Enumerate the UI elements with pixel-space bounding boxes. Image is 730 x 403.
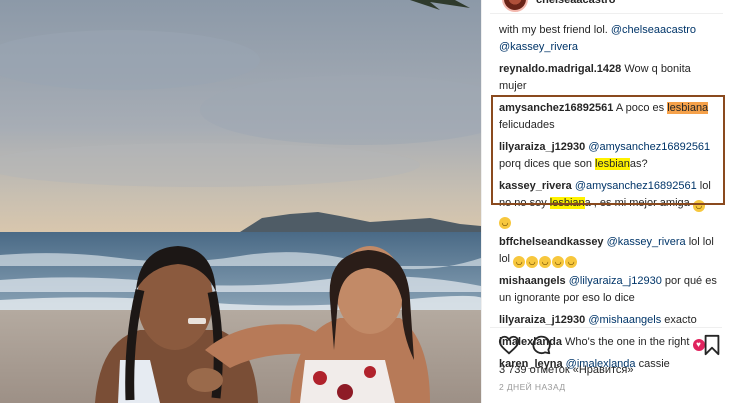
laughing-face-icon: ◡ — [499, 217, 511, 229]
comment-username[interactable]: bffchelseandkassey — [499, 236, 604, 248]
header-divider — [490, 13, 723, 14]
comment-username[interactable]: mishaangels — [499, 275, 566, 287]
laughing-face-icon: ◡ — [539, 256, 552, 268]
laughing-face-icon: ◡ — [692, 200, 705, 212]
comment-text: exacto — [661, 314, 697, 326]
comment: kassey_rivera @amysanchez16892561 lol no… — [499, 178, 721, 229]
comment-username[interactable]: reynaldo.madrigal.1428 — [499, 63, 621, 75]
laughing-face-icon: ◡ — [526, 256, 539, 268]
post-header: chelseaacastro — [482, 0, 730, 14]
laughing-face-icon: ◡ — [513, 256, 526, 268]
beach-photo — [0, 0, 481, 403]
comment-text: porq dices que son — [499, 158, 596, 170]
comment: bffchelseandkassey @kassey_rivera lol lo… — [499, 234, 721, 268]
caption-mention[interactable]: @kassey_rivera — [499, 41, 578, 53]
likes-count[interactable]: 3 739 отметок «Нравится» — [499, 364, 634, 376]
highlighted-word: lesbian — [595, 158, 630, 170]
bookmark-icon[interactable] — [701, 334, 723, 356]
post-sidebar: chelseaacastro with my best friend lol. … — [481, 0, 730, 403]
comment-mention[interactable]: @lilyaraiza_j12930 — [569, 275, 662, 287]
laughing-face-icon: ◡ — [552, 256, 565, 268]
comment-username[interactable]: kassey_rivera — [499, 180, 572, 192]
comment-username[interactable]: lilyaraiza_j12930 — [499, 141, 585, 153]
action-bar — [498, 334, 723, 358]
comment: mishaangels @lilyaraiza_j12930 por qué e… — [499, 273, 721, 307]
comment-mention[interactable]: @kassey_rivera — [607, 236, 686, 248]
comment-text: felicudades — [499, 119, 555, 131]
caption-mention[interactable]: @chelseaacastro — [611, 24, 696, 36]
post-timestamp[interactable]: 2 ДНЕЙ НАЗАД — [499, 382, 565, 392]
comment-text: A poco es — [613, 102, 668, 114]
caption: with my best friend lol. @chelseaacastro… — [499, 22, 721, 56]
comment-text: as? — [629, 158, 648, 170]
comment: amysanchez16892561 A poco es lesbiana fe… — [499, 100, 721, 134]
comment-username[interactable]: lilyaraiza_j12930 — [499, 314, 585, 326]
comment-list: with my best friend lol. @chelseaacastro… — [499, 22, 721, 378]
like-heart-icon[interactable] — [498, 334, 520, 356]
author-username[interactable]: chelseaacastro — [536, 0, 616, 6]
comment: reynaldo.madrigal.1428 Wow q bonita muje… — [499, 61, 721, 95]
comment-mention[interactable]: @amysanchez16892561 — [588, 141, 710, 153]
comment-username[interactable]: amysanchez16892561 — [499, 102, 613, 114]
highlighted-word: lesbiana — [667, 102, 709, 114]
comment-bubble-icon[interactable] — [530, 334, 552, 356]
highlighted-word: lesbian — [549, 197, 585, 209]
comment-text: a , es mi mejor amiga — [584, 197, 693, 209]
author-avatar[interactable] — [502, 0, 528, 12]
comment-mention[interactable]: @mishaangels — [588, 314, 661, 326]
post-photo[interactable] — [0, 0, 481, 403]
comment-text: cassie — [635, 358, 670, 370]
comment-mention[interactable]: @amysanchez16892561 — [575, 180, 697, 192]
caption-text: with my best friend lol. — [499, 24, 608, 36]
laughing-face-icon: ◡ — [565, 256, 578, 268]
actions-divider — [490, 327, 722, 328]
comment: lilyaraiza_j12930 @amysanchez16892561 po… — [499, 139, 721, 173]
